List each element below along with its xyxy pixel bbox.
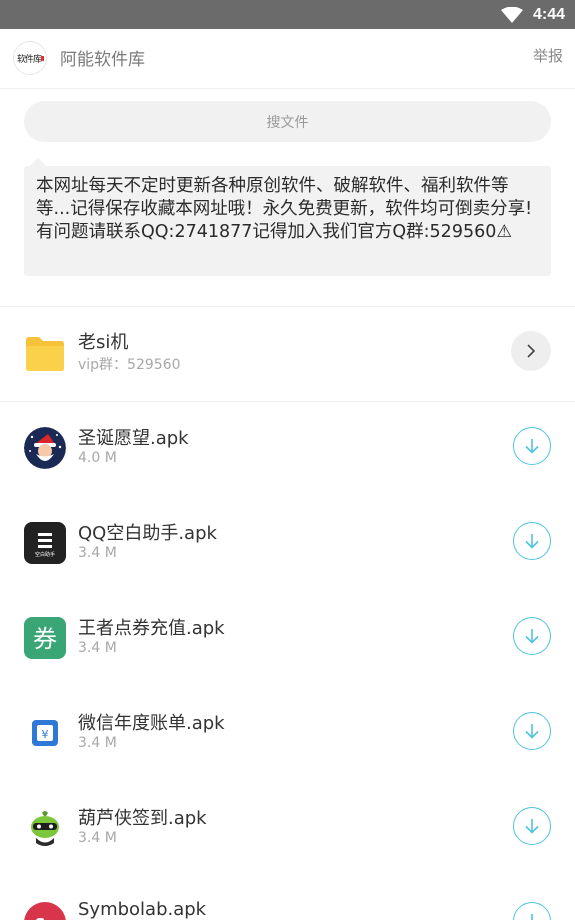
status-bar: 4:44 bbox=[0, 0, 575, 29]
wifi-icon bbox=[500, 6, 523, 23]
search-placeholder: 搜文件 bbox=[266, 114, 309, 131]
file-size: 3.4 M bbox=[78, 545, 117, 561]
download-button[interactable] bbox=[513, 522, 551, 560]
notice-box: 本网址每天不定时更新各种原创软件、破解软件、福利软件等等...记得保存收藏本网址… bbox=[24, 158, 551, 276]
notice-text: 本网址每天不定时更新各种原创软件、破解软件、福利软件等等...记得保存收藏本网址… bbox=[36, 176, 533, 242]
qq-blank-app-icon: 空白助手 bbox=[24, 522, 66, 564]
site-logo[interactable]: 软 件 库 bbox=[13, 41, 47, 75]
file-name: 圣诞愿望.apk bbox=[78, 428, 189, 449]
folder-icon bbox=[26, 337, 64, 371]
header: 软 件 库 阿能软件库 举报 bbox=[0, 29, 575, 89]
download-icon bbox=[525, 629, 539, 644]
download-icon bbox=[531, 914, 533, 920]
file-item[interactable]: 葫芦侠签到.apk 3.4 M bbox=[0, 782, 575, 877]
download-icon bbox=[525, 534, 539, 549]
file-name: Symbolab.apk bbox=[78, 899, 207, 920]
coupon-app-icon: 券 bbox=[24, 617, 66, 659]
folder-subtitle: vip群：529560 bbox=[78, 357, 181, 373]
file-name: QQ空白助手.apk bbox=[78, 523, 217, 544]
file-name: 葫芦侠签到.apk bbox=[78, 808, 207, 829]
download-icon bbox=[525, 724, 539, 739]
svg-text:券: 券 bbox=[33, 625, 57, 653]
file-item[interactable]: 券 王者点券充值.apk 3.4 M bbox=[0, 592, 575, 687]
download-icon bbox=[525, 819, 539, 834]
file-size: 3.4 M bbox=[78, 830, 117, 846]
file-item[interactable]: Sy Symbolab.apk bbox=[0, 877, 575, 920]
svg-text:库: 库 bbox=[33, 53, 42, 65]
wechat-bill-app-icon: ¥ bbox=[24, 712, 66, 754]
search-input[interactable]: 搜文件 bbox=[24, 101, 551, 142]
folder-open-button[interactable] bbox=[511, 331, 551, 371]
report-link[interactable]: 举报 bbox=[533, 45, 563, 66]
file-item[interactable]: 圣诞愿望.apk 4.0 M bbox=[0, 402, 575, 497]
santa-app-icon bbox=[24, 427, 66, 469]
huluxia-app-icon bbox=[24, 807, 66, 849]
download-button[interactable] bbox=[513, 427, 551, 465]
logo-icon: 软 件 库 bbox=[17, 53, 44, 65]
download-icon bbox=[525, 439, 539, 454]
folder-title: 老si机 bbox=[78, 332, 129, 353]
status-time: 4:44 bbox=[532, 5, 565, 23]
folder-item[interactable]: 老si机 vip群：529560 bbox=[0, 307, 575, 402]
download-button[interactable] bbox=[513, 712, 551, 750]
file-item[interactable]: 空白助手 QQ空白助手.apk 3.4 M bbox=[0, 497, 575, 592]
file-item[interactable]: ¥ 微信年度账单.apk 3.4 M bbox=[0, 687, 575, 782]
download-button[interactable] bbox=[513, 807, 551, 845]
file-size: 3.4 M bbox=[78, 640, 117, 656]
chevron-right-icon bbox=[527, 344, 536, 358]
svg-text:Sy: Sy bbox=[35, 915, 56, 920]
svg-text:空白助手: 空白助手 bbox=[35, 551, 55, 558]
file-name: 王者点券充值.apk bbox=[78, 618, 225, 639]
file-size: 3.4 M bbox=[78, 735, 117, 751]
file-name: 微信年度账单.apk bbox=[78, 713, 225, 734]
download-button[interactable] bbox=[513, 617, 551, 655]
symbolab-app-icon: Sy bbox=[24, 902, 66, 920]
file-size: 4.0 M bbox=[78, 450, 117, 466]
svg-text:¥: ¥ bbox=[42, 728, 49, 741]
download-button[interactable] bbox=[513, 902, 551, 920]
site-name: 阿能软件库 bbox=[60, 50, 145, 70]
